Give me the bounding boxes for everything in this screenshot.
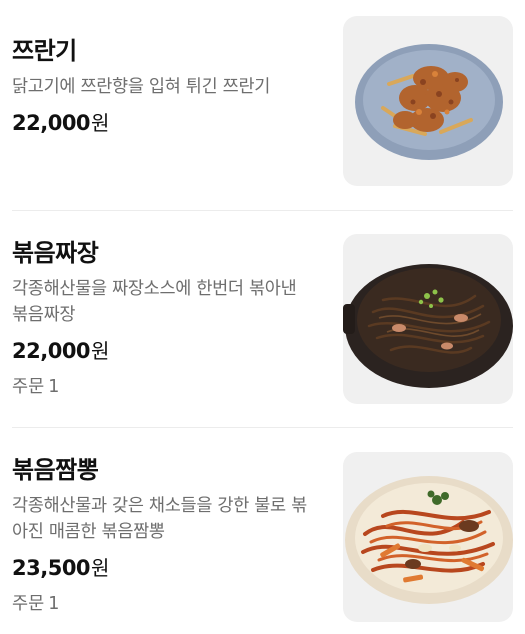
order-count: 1 — [48, 377, 60, 397]
divider — [12, 427, 513, 428]
price-value: 22,000 — [12, 111, 91, 135]
fried-chicken-plate-photo — [355, 44, 503, 160]
menu-item-description: 닭고기에 쯔란향을 입혀 튀긴 쯔란기 — [12, 77, 271, 97]
order-count: 1 — [48, 594, 60, 614]
menu-item-price: 23,500원 — [12, 553, 312, 585]
menu-list: 쯔란기 닭고기에 쯔란향을 입혀 튀긴 쯔란기 22,000원 볶음짜장 각종해… — [0, 0, 525, 634]
menu-item-name: 쯔란기 — [12, 37, 77, 65]
menu-item-info: 쯔란기 닭고기에 쯔란향을 입혀 튀긴 쯔란기 22,000원 — [12, 36, 312, 140]
price-currency: 원 — [91, 111, 110, 135]
menu-item-description: 각종해산물과 갖은 채소들을 강한 불로 볶아진 매콤한 볶음짬뽕 — [12, 496, 307, 542]
order-label: 주문 — [12, 594, 45, 614]
menu-item-info: 볶음짜장 각종해산물을 짜장소스에 한번더 볶아낸 볶음짜장 22,000원 주… — [12, 238, 312, 400]
menu-item-order-count: 주문 1 — [12, 591, 312, 617]
price-currency: 원 — [91, 339, 110, 363]
menu-item-image[interactable] — [343, 452, 513, 622]
price-currency: 원 — [91, 556, 110, 580]
menu-item-price: 22,000원 — [12, 336, 312, 368]
jjajang-noodle-pot-photo — [343, 264, 513, 388]
menu-item-description: 각종해산물을 짜장소스에 한번더 볶아낸 볶음짜장 — [12, 279, 297, 325]
menu-item-image[interactable] — [343, 16, 513, 186]
price-value: 23,500 — [12, 556, 91, 580]
menu-item-name: 볶음짬뽕 — [12, 456, 99, 484]
divider — [12, 210, 513, 211]
menu-item-info: 볶음짬뽕 각종해산물과 갖은 채소들을 강한 불로 볶아진 매콤한 볶음짬뽕 2… — [12, 455, 312, 617]
menu-item-order-count: 주문 1 — [12, 374, 312, 400]
order-label: 주문 — [12, 377, 45, 397]
menu-item-name: 볶음짜장 — [12, 239, 99, 267]
jjamppong-noodle-plate-photo — [345, 476, 513, 604]
menu-item-price: 22,000원 — [12, 108, 312, 140]
price-value: 22,000 — [12, 339, 91, 363]
menu-item-image[interactable] — [343, 234, 513, 404]
